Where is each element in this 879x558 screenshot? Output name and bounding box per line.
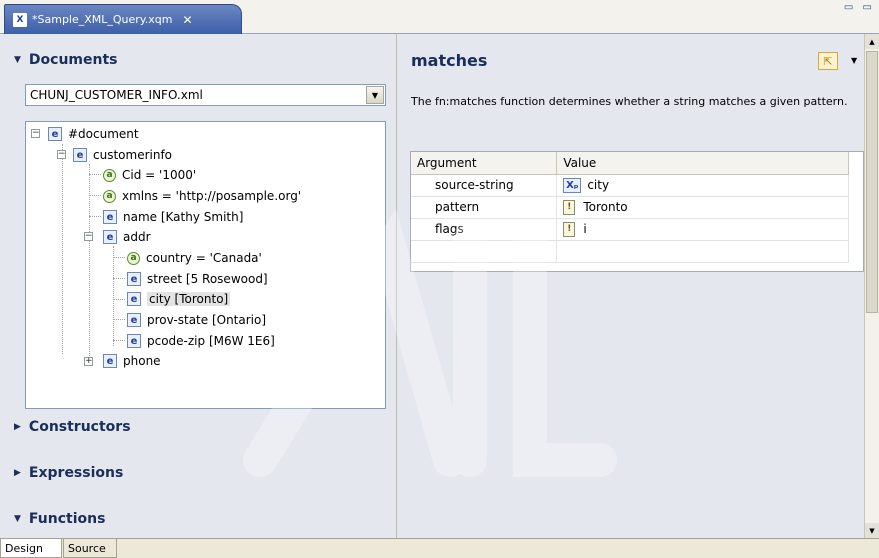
- table-row[interactable]: pattern ! Toronto: [411, 196, 849, 219]
- element-icon: e: [127, 313, 141, 327]
- tree-node-street[interactable]: e street [5 Rosewood]: [127, 269, 268, 289]
- value-cell[interactable]: Xₚ city: [556, 174, 849, 197]
- xpath-icon: Xₚ: [563, 177, 582, 193]
- close-icon[interactable]: ✕: [182, 13, 192, 27]
- tree-node-label: city [Toronto]: [147, 292, 231, 306]
- documents-section-header[interactable]: ▼ Documents: [14, 52, 118, 68]
- document-select-value: CHUNJ_CUSTOMER_INFO.xml: [30, 88, 203, 102]
- collapse-icon[interactable]: −: [31, 129, 40, 138]
- document-tree[interactable]: − e #document − e customerinfo a Cid = '…: [25, 121, 386, 409]
- argument-table[interactable]: Argument Value source-string Xₚ city patt…: [410, 151, 864, 272]
- chevron-down-icon[interactable]: ▼: [366, 86, 384, 104]
- element-icon: e: [127, 292, 141, 306]
- attribute-icon: a: [103, 168, 116, 182]
- window-controls[interactable]: ▭ ▭: [844, 2, 875, 13]
- tree-node-label: phone: [123, 354, 161, 368]
- table-row[interactable]: source-string Xₚ city: [411, 174, 849, 197]
- tree-node-cid[interactable]: a Cid = '1000': [103, 165, 196, 185]
- scroll-thumb[interactable]: [866, 51, 878, 313]
- tree-node-pcode-zip[interactable]: e pcode-zip [M6W 1E6]: [127, 331, 275, 351]
- tree-node-label: country = 'Canada': [146, 251, 262, 265]
- tree-node-addr[interactable]: e addr: [103, 227, 151, 247]
- tree-node-phone[interactable]: e phone: [103, 351, 161, 371]
- value-cell[interactable]: [556, 240, 849, 263]
- tree-node-document[interactable]: e #document: [48, 124, 139, 144]
- collapse-icon[interactable]: −: [84, 232, 93, 241]
- tree-node-label: name [Kathy Smith]: [123, 210, 244, 224]
- element-icon: e: [73, 148, 87, 162]
- tree-node-xmlns[interactable]: a xmlns = 'http://posample.org': [103, 186, 301, 206]
- tab-design-label: Design: [5, 541, 43, 555]
- tree-node-city[interactable]: e city [Toronto]: [127, 289, 231, 309]
- element-icon: e: [103, 230, 117, 244]
- tree-node-label: customerinfo: [93, 148, 173, 162]
- tree-node-name[interactable]: e name [Kathy Smith]: [103, 207, 243, 227]
- document-select[interactable]: CHUNJ_CUSTOMER_INFO.xml ▼: [25, 84, 386, 106]
- argument-cell: source-string: [411, 174, 558, 197]
- left-pane: ▼ Documents CHUNJ_CUSTOMER_INFO.xml ▼ − …: [0, 34, 397, 538]
- argument-cell: flags: [411, 218, 558, 241]
- expressions-label: Expressions: [28, 465, 124, 481]
- table-row[interactable]: [411, 240, 849, 263]
- insert-arrow-icon: ⇱: [823, 54, 833, 68]
- attribute-icon: a: [103, 189, 116, 203]
- expand-icon[interactable]: +: [84, 357, 93, 366]
- insert-function-button[interactable]: ⇱: [818, 52, 838, 70]
- expanded-triangle-icon: ▼: [14, 514, 21, 524]
- element-icon: e: [103, 354, 117, 368]
- documents-label: Documents: [28, 52, 118, 68]
- tree-node-label: prov-state [Ontario]: [147, 313, 267, 327]
- expressions-section-header[interactable]: ▶ Expressions: [14, 465, 123, 481]
- expanded-triangle-icon: ▼: [14, 55, 21, 65]
- editor-tab-bar: X *Sample_XML_Query.xqm ✕ ▭ ▭: [0, 0, 879, 34]
- function-description: The fn:matches function determines wheth…: [411, 95, 848, 108]
- right-pane: matches ⇱ ▼ The fn:matches function dete…: [398, 34, 864, 538]
- element-icon: e: [127, 334, 141, 348]
- tree-guide: [89, 164, 90, 356]
- function-title: matches: [411, 51, 488, 70]
- bottom-tab-bar: Design Source: [0, 538, 879, 558]
- string-literal-icon: !: [563, 199, 576, 215]
- xquery-file-icon: X: [13, 12, 27, 27]
- tree-node-label: xmlns = 'http://posample.org': [122, 189, 302, 203]
- tree-guide: [62, 144, 63, 354]
- tab-design[interactable]: Design: [0, 539, 62, 558]
- column-header-argument[interactable]: Argument: [411, 152, 558, 175]
- collapse-icon[interactable]: −: [57, 150, 66, 159]
- table-row[interactable]: flags ! i: [411, 218, 849, 241]
- tree-node-prov-state[interactable]: e prov-state [Ontario]: [127, 310, 266, 330]
- functions-section-header[interactable]: ▼ Functions: [14, 511, 105, 527]
- argument-cell: [411, 240, 558, 263]
- string-literal-icon: !: [563, 221, 576, 237]
- collapsed-triangle-icon: ▶: [14, 422, 21, 432]
- element-icon: e: [48, 127, 62, 141]
- editor-tab-title: *Sample_XML_Query.xqm: [32, 13, 173, 26]
- constructors-section-header[interactable]: ▶ Constructors: [14, 419, 131, 435]
- tree-node-country[interactable]: a country = 'Canada': [127, 248, 262, 268]
- element-icon: e: [103, 210, 117, 224]
- tab-source-label: Source: [68, 541, 106, 555]
- vertical-scrollbar[interactable]: ▲ ▼: [864, 34, 879, 538]
- chevron-down-icon[interactable]: ▼: [851, 56, 857, 65]
- tab-source[interactable]: Source: [63, 539, 117, 558]
- tree-node-label: #document: [68, 127, 139, 141]
- tree-node-label: addr: [123, 230, 151, 244]
- value-cell[interactable]: ! Toronto: [556, 196, 849, 219]
- tree-node-label: street [5 Rosewood]: [147, 272, 268, 286]
- attribute-icon: a: [127, 251, 140, 265]
- tree-node-label: pcode-zip [M6W 1E6]: [147, 334, 275, 348]
- value-cell[interactable]: ! i: [556, 218, 849, 241]
- scroll-down-icon[interactable]: ▼: [865, 523, 879, 538]
- tree-node-customerinfo[interactable]: e customerinfo: [73, 145, 172, 165]
- tree-guide: [113, 246, 114, 346]
- argument-cell: pattern: [411, 196, 558, 219]
- collapsed-triangle-icon: ▶: [14, 468, 21, 478]
- functions-label: Functions: [28, 511, 106, 527]
- element-icon: e: [127, 272, 141, 286]
- editor-tab[interactable]: X *Sample_XML_Query.xqm ✕: [4, 4, 242, 34]
- scroll-up-icon[interactable]: ▲: [865, 34, 879, 49]
- column-header-value[interactable]: Value: [556, 152, 849, 175]
- constructors-label: Constructors: [28, 419, 131, 435]
- tree-node-label: Cid = '1000': [122, 168, 197, 182]
